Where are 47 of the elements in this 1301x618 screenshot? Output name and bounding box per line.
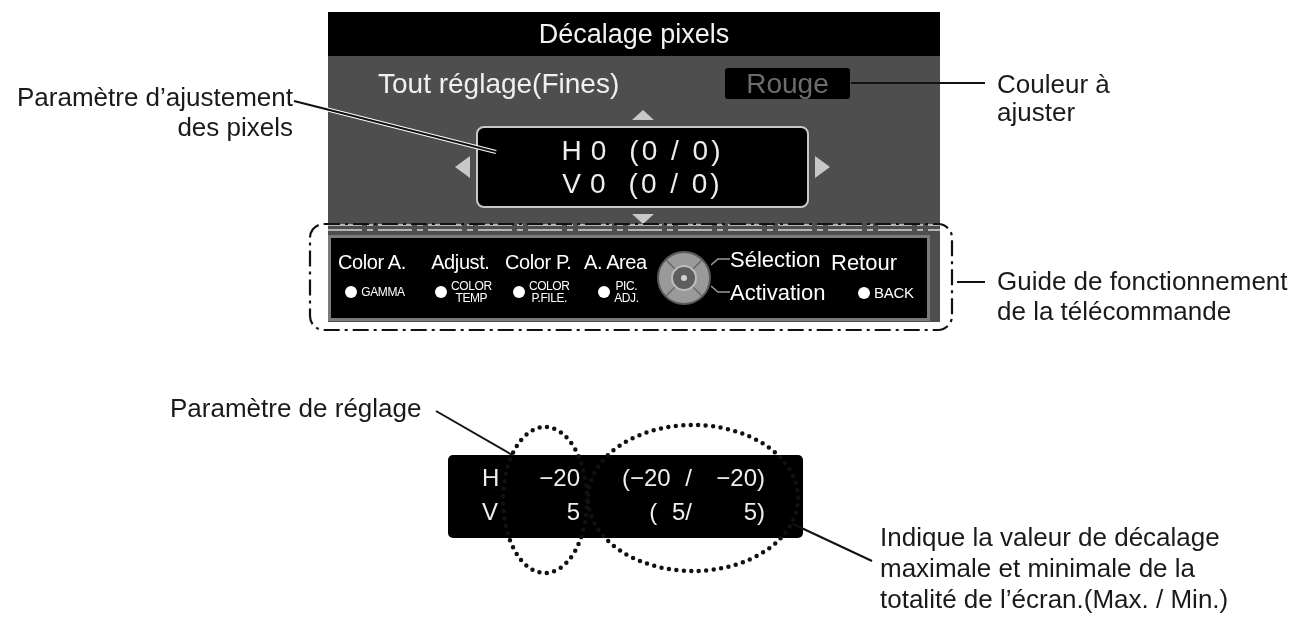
arrow-right-icon — [815, 156, 830, 178]
button-name: COLOR P.FILE. — [528, 280, 570, 304]
dot-icon — [512, 286, 525, 298]
axis-label: H — [561, 134, 585, 167]
dot-icon — [345, 286, 358, 298]
range-min-text: 5) — [743, 498, 765, 526]
range-max-text: ( 5/ — [649, 498, 692, 526]
axis-label: H — [482, 464, 500, 492]
title-bar: Décalage pixels — [328, 12, 940, 56]
callout-text: Paramètre d’ajustement des pixels — [16, 82, 293, 142]
offset-value: 5 — [566, 498, 580, 526]
axis-label: V — [482, 498, 498, 526]
leader-line — [711, 258, 730, 266]
key-label: Color A. — [338, 250, 406, 274]
back-label: Retour — [831, 250, 898, 275]
offset-value: −20 — [539, 464, 580, 492]
button-name: COLOR TEMP — [451, 280, 492, 304]
range-min-text: −20) — [716, 464, 765, 492]
key-label: A. Area — [584, 250, 647, 274]
range-text: (0 / 0) — [628, 167, 723, 200]
button-name: GAMMA — [361, 286, 405, 298]
button-name: PIC. ADJ. — [614, 280, 639, 304]
arrow-down-icon — [631, 214, 654, 224]
callout-text: Indique la valeur de décalage maximale et minimale de la totalité de l’écran.(Max. / Min.) — [880, 522, 1229, 615]
color-field: Rouge — [725, 68, 850, 99]
range-text: (0 / 0) — [629, 134, 724, 167]
dot-icon — [435, 286, 447, 298]
arrow-left-icon — [455, 156, 470, 178]
key-label: Adjust. — [431, 250, 490, 274]
dot-icon — [598, 286, 611, 298]
offset-value: 0 — [590, 167, 609, 200]
callout-text: Guide de fonctionnement de la télécommande — [997, 266, 1288, 326]
arrow-up-icon — [631, 110, 654, 120]
key-label: Color P. — [505, 250, 572, 274]
offset-value: 0 — [590, 134, 610, 167]
button-name: BACK — [874, 285, 914, 301]
dot-icon — [858, 287, 870, 299]
callout-text: Couleur à ajuster — [997, 70, 1110, 126]
axis-label: V — [562, 167, 584, 200]
leader-line — [956, 281, 986, 283]
enter-label: Activation — [730, 280, 827, 305]
range-max-text: (−20 / — [621, 464, 692, 492]
joystick-icon — [657, 251, 711, 305]
leader-line — [711, 285, 730, 293]
select-label: Sélection — [730, 247, 822, 272]
callout-text: Paramètre de réglage — [170, 393, 422, 423]
mode-label: Tout réglage(Fines) — [378, 68, 621, 99]
